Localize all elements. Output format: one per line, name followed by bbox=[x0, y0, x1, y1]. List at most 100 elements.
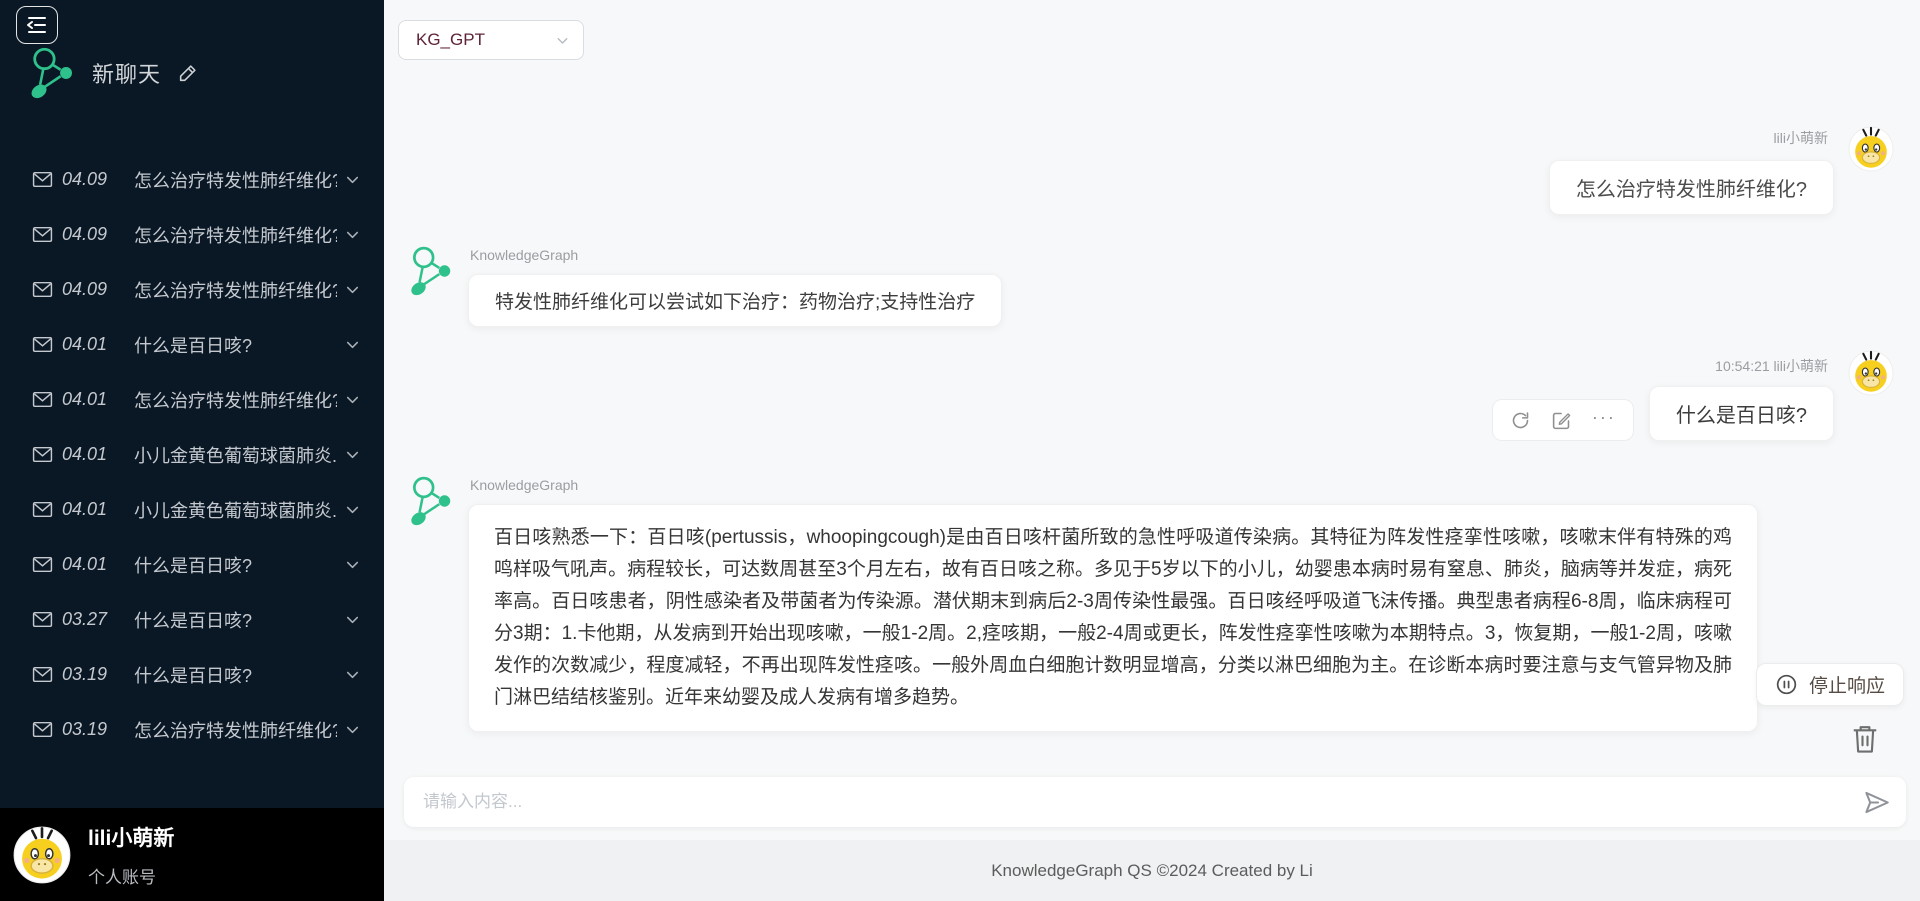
chat-item-date: 04.01 bbox=[62, 389, 122, 410]
bot-avatar-graph-icon bbox=[410, 245, 452, 297]
message-timestamp: 10:54:21 lili小萌新 bbox=[1715, 356, 1828, 376]
chevron-down-icon[interactable] bbox=[343, 720, 362, 739]
chat-history-item[interactable]: 04.09 怎么治疗特发性肺纤维化? bbox=[0, 152, 384, 207]
envelope-icon bbox=[32, 446, 53, 463]
chat-history-item[interactable]: 04.01 小儿金黄色葡萄球菌肺炎... bbox=[0, 482, 384, 537]
message-bubble: 怎么治疗特发性肺纤维化? bbox=[1549, 160, 1834, 215]
pause-circle-icon bbox=[1775, 673, 1798, 696]
edit-message-icon[interactable] bbox=[1551, 410, 1572, 431]
chevron-down-icon[interactable] bbox=[343, 390, 362, 409]
chat-history-list: 04.09 怎么治疗特发性肺纤维化? 04.09 怎么治疗特发性肺纤维化? 04… bbox=[0, 152, 384, 757]
chat-item-title: 什么是百日咳? bbox=[134, 607, 337, 633]
chevron-down-icon[interactable] bbox=[343, 225, 362, 244]
collapse-sidebar-button[interactable] bbox=[16, 6, 58, 44]
new-chat-button[interactable]: 新聊天 bbox=[28, 46, 199, 100]
clear-chat-button[interactable] bbox=[1850, 722, 1880, 756]
message-sender: lili小萌新 bbox=[1774, 128, 1828, 148]
chevron-down-icon[interactable] bbox=[343, 335, 362, 354]
envelope-icon bbox=[32, 556, 53, 573]
menu-fold-icon bbox=[25, 13, 49, 37]
user-avatar bbox=[1848, 350, 1894, 396]
message-bot-2: KnowledgeGraph 百日咳熟悉一下：百日咳(pertussis，who… bbox=[410, 470, 1758, 732]
message-input[interactable] bbox=[423, 792, 1851, 812]
stop-response-button[interactable]: 停止响应 bbox=[1756, 663, 1904, 706]
message-bubble: 什么是百日咳? bbox=[1649, 386, 1834, 441]
more-options-icon[interactable]: ··· bbox=[1592, 412, 1616, 428]
chat-item-title: 怎么治疗特发性肺纤维化? bbox=[134, 222, 337, 248]
envelope-icon bbox=[32, 226, 53, 243]
chat-history-item[interactable]: 04.01 小儿金黄色葡萄球菌肺炎... bbox=[0, 427, 384, 482]
chat-item-date: 04.01 bbox=[62, 554, 122, 575]
chat-item-date: 04.09 bbox=[62, 169, 122, 190]
chat-history-item[interactable]: 04.01 怎么治疗特发性肺纤维化? bbox=[0, 372, 384, 427]
chat-item-date: 03.27 bbox=[62, 609, 122, 630]
chat-item-title: 怎么治疗特发性肺纤维化? bbox=[134, 717, 337, 743]
model-select-value: KG_GPT bbox=[416, 30, 554, 50]
envelope-icon bbox=[32, 721, 53, 738]
chat-item-title: 什么是百日咳? bbox=[134, 332, 337, 358]
chat-item-date: 03.19 bbox=[62, 719, 122, 740]
message-bot-1: KnowledgeGraph 特发性肺纤维化可以尝试如下治疗：药物治疗;支持性治… bbox=[410, 240, 1002, 327]
envelope-icon bbox=[32, 281, 53, 298]
chevron-down-icon[interactable] bbox=[343, 445, 362, 464]
chat-history-item[interactable]: 03.19 什么是百日咳? bbox=[0, 647, 384, 702]
chat-item-title: 什么是百日咳? bbox=[134, 552, 337, 578]
chevron-down-icon[interactable] bbox=[343, 280, 362, 299]
chevron-down-icon[interactable] bbox=[343, 555, 362, 574]
chat-history-item[interactable]: 03.19 怎么治疗特发性肺纤维化? bbox=[0, 702, 384, 757]
envelope-icon bbox=[32, 501, 53, 518]
chat-item-title: 小儿金黄色葡萄球菌肺炎... bbox=[134, 497, 337, 523]
chat-item-date: 04.01 bbox=[62, 499, 122, 520]
envelope-icon bbox=[32, 171, 53, 188]
chevron-down-icon[interactable] bbox=[343, 500, 362, 519]
message-composer bbox=[404, 777, 1906, 827]
chevron-down-icon bbox=[554, 32, 571, 49]
edit-pencil-icon bbox=[177, 62, 199, 84]
profile-name: lili小萌新 bbox=[88, 822, 174, 852]
chat-main: KG_GPT lili小萌新 怎么治疗特发性肺纤维化? KnowledgeGra… bbox=[384, 0, 1920, 901]
trash-icon bbox=[1850, 722, 1880, 756]
message-bubble: 特发性肺纤维化可以尝试如下治疗：药物治疗;支持性治疗 bbox=[468, 274, 1002, 327]
model-select[interactable]: KG_GPT bbox=[398, 20, 584, 60]
chat-history-item[interactable]: 03.27 什么是百日咳? bbox=[0, 592, 384, 647]
chat-history-item[interactable]: 04.09 怎么治疗特发性肺纤维化? bbox=[0, 207, 384, 262]
chat-history-item[interactable]: 04.01 什么是百日咳? bbox=[0, 537, 384, 592]
chevron-down-icon[interactable] bbox=[343, 610, 362, 629]
knowledge-graph-logo-icon bbox=[28, 46, 76, 100]
message-user-2: 10:54:21 lili小萌新 ··· 什么是百日咳? bbox=[1492, 352, 1894, 441]
app-window: 新聊天 04.09 怎么治疗特发性肺纤维化? 04.09 怎么治疗特发性肺纤维化… bbox=[0, 0, 1920, 901]
stop-response-label: 停止响应 bbox=[1809, 671, 1885, 698]
footer-text: KnowledgeGraph QS ©2024 Created by Li bbox=[991, 861, 1313, 881]
sidebar: 新聊天 04.09 怎么治疗特发性肺纤维化? 04.09 怎么治疗特发性肺纤维化… bbox=[0, 0, 384, 901]
user-avatar bbox=[13, 826, 71, 884]
message-bubble: 百日咳熟悉一下：百日咳(pertussis，whoopingcough)是由百日… bbox=[468, 504, 1758, 732]
chat-item-date: 03.19 bbox=[62, 664, 122, 685]
chat-item-title: 怎么治疗特发性肺纤维化? bbox=[134, 167, 337, 193]
chevron-down-icon[interactable] bbox=[343, 170, 362, 189]
user-avatar bbox=[1848, 126, 1894, 172]
envelope-icon bbox=[32, 391, 53, 408]
envelope-icon bbox=[32, 336, 53, 353]
envelope-icon bbox=[32, 666, 53, 683]
message-sender: KnowledgeGraph bbox=[470, 477, 1758, 493]
chat-history-item[interactable]: 04.09 怎么治疗特发性肺纤维化? bbox=[0, 262, 384, 317]
message-sender: KnowledgeGraph bbox=[470, 247, 1002, 263]
envelope-icon bbox=[32, 611, 53, 628]
new-chat-label: 新聊天 bbox=[92, 57, 161, 89]
chat-item-date: 04.09 bbox=[62, 279, 122, 300]
chat-item-title: 小儿金黄色葡萄球菌肺炎... bbox=[134, 442, 337, 468]
chat-item-title: 怎么治疗特发性肺纤维化? bbox=[134, 387, 337, 413]
regenerate-icon[interactable] bbox=[1510, 410, 1531, 431]
user-profile[interactable]: lili小萌新 个人账号 bbox=[0, 808, 384, 901]
chat-history-item[interactable]: 04.01 什么是百日咳? bbox=[0, 317, 384, 372]
footer: KnowledgeGraph QS ©2024 Created by Li bbox=[384, 840, 1920, 901]
chevron-down-icon[interactable] bbox=[343, 665, 362, 684]
send-icon[interactable] bbox=[1863, 789, 1890, 816]
profile-meta: lili小萌新 个人账号 bbox=[88, 822, 174, 888]
profile-subtitle: 个人账号 bbox=[88, 863, 174, 888]
message-user-1: lili小萌新 怎么治疗特发性肺纤维化? bbox=[1549, 126, 1894, 215]
bot-avatar-graph-icon bbox=[410, 475, 452, 527]
chat-item-title: 什么是百日咳? bbox=[134, 662, 337, 688]
chat-item-date: 04.01 bbox=[62, 444, 122, 465]
chat-item-date: 04.09 bbox=[62, 224, 122, 245]
